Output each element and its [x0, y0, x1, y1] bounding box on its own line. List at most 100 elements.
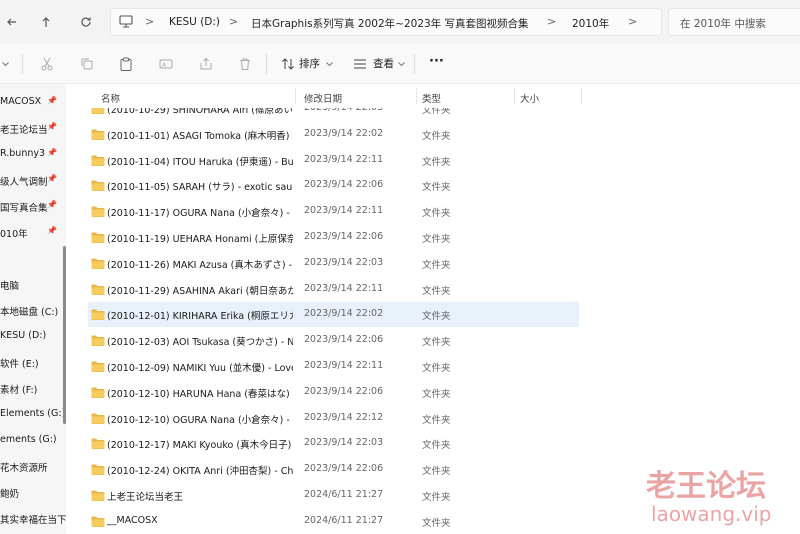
- chevron-down-icon[interactable]: [0, 55, 10, 73]
- file-row[interactable]: (2010-12-03) AOI Tsukasa (葵つかさ) - N 2023/…: [88, 328, 579, 353]
- file-name: (2010-12-09) NAMIKI Yuu (並木優) - Love: [107, 363, 293, 374]
- sidebar-item[interactable]: R.bunny3 📌: [0, 144, 66, 166]
- file-modified-date: 2023/9/14 22:11: [304, 205, 384, 216]
- breadcrumb-current-folder[interactable]: 2010年: [572, 16, 609, 31]
- sidebar-item[interactable]: 老王论坛当 📌: [0, 118, 66, 140]
- file-name: (2010-12-24) OKITA Anri (沖田杏梨) - Ch: [107, 466, 293, 477]
- command-toolbar: A 排序 查看 ···: [0, 44, 800, 84]
- folder-icon: [91, 438, 105, 449]
- file-name: (2010-11-05) SARAH (サラ) - exotic sauce: [107, 182, 293, 193]
- sidebar-item[interactable]: 国写真合集 📌: [0, 196, 66, 218]
- folder-icon: [91, 490, 105, 501]
- column-divider[interactable]: [581, 88, 582, 104]
- folder-icon: [91, 155, 105, 166]
- sort-icon[interactable]: [279, 55, 297, 73]
- view-icon[interactable]: [351, 55, 369, 73]
- sidebar-item[interactable]: MACOSX 📌: [0, 92, 66, 114]
- file-type: 文件夹: [422, 492, 451, 503]
- file-type: 文件夹: [422, 363, 451, 374]
- file-row[interactable]: (2010-12-17) MAKI Kyouko (真木今日子) 2023/9/1…: [88, 431, 579, 456]
- up-button[interactable]: [34, 10, 58, 34]
- column-header-name[interactable]: 名称: [101, 91, 120, 105]
- pin-icon: 📌: [47, 226, 57, 235]
- file-row[interactable]: (2010-11-04) ITOU Haruka (伊東遥) - Bu 2023/…: [88, 148, 579, 173]
- file-name: (2010-11-26) MAKI Azusa (真木あずさ) -: [107, 260, 293, 271]
- file-row[interactable]: (2010-12-24) OKITA Anri (沖田杏梨) - Ch 2023/…: [88, 457, 579, 482]
- address-bar[interactable]: > KESU (D:) > 日本Graphis系列写真 2002年~2023年 …: [110, 8, 662, 36]
- refresh-button[interactable]: [74, 10, 98, 34]
- toolbar-divider: [266, 54, 267, 74]
- folder-icon: [91, 361, 105, 372]
- sidebar-item[interactable]: 级人气调制 📌: [0, 170, 66, 192]
- sidebar-item[interactable]: 电脑: [0, 274, 66, 296]
- search-box[interactable]: 在 2010年 中搜索: [668, 8, 800, 36]
- sidebar-item[interactable]: ements (G:): [0, 430, 66, 452]
- file-row[interactable]: (2010-12-09) NAMIKI Yuu (並木優) - Love 2023…: [88, 354, 579, 379]
- file-row[interactable]: (2010-11-17) OGURA Nana (小倉奈々) - U 2023/9…: [88, 199, 579, 224]
- sidebar-item-label: 010年: [0, 229, 28, 240]
- sidebar-item[interactable]: Elements (G:): [0, 404, 66, 426]
- file-row[interactable]: (2010-12-01) KIRIHARA Erika (桐原エリカ 2023/9…: [88, 302, 579, 327]
- view-button-label[interactable]: 查看: [373, 56, 394, 71]
- copy-icon[interactable]: [78, 55, 96, 73]
- column-divider[interactable]: [514, 88, 515, 104]
- file-modified-date: 2023/9/14 22:03: [304, 437, 384, 448]
- file-row[interactable]: (2010-11-29) ASAHINA Akari (朝日奈あか 2023/9/…: [88, 277, 579, 302]
- column-header-type[interactable]: 类型: [422, 91, 441, 105]
- chevron-down-icon[interactable]: [398, 62, 405, 67]
- file-modified-date: 2023/9/14 22:06: [304, 334, 384, 345]
- sidebar-item-label: ements (G:): [0, 434, 57, 445]
- sort-button-label[interactable]: 排序: [299, 56, 320, 71]
- file-modified-date: 2023/9/14 22:06: [304, 231, 384, 242]
- file-type: 文件夹: [422, 415, 451, 426]
- file-name: (2010-11-29) ASAHINA Akari (朝日奈あか: [107, 286, 293, 297]
- file-row[interactable]: (2010-11-26) MAKI Azusa (真木あずさ) - 2023/9/…: [88, 251, 579, 276]
- file-type: 文件夹: [422, 440, 451, 451]
- folder-icon: [91, 387, 105, 398]
- file-row[interactable]: (2010-11-05) SARAH (サラ) - exotic sauce 20…: [88, 173, 579, 198]
- share-icon[interactable]: [197, 55, 215, 73]
- column-header-date[interactable]: 修改日期: [304, 91, 342, 105]
- file-type: 文件夹: [422, 208, 451, 219]
- back-button[interactable]: [0, 10, 24, 34]
- sidebar-item[interactable]: 其实幸福在当下: [0, 508, 66, 530]
- sidebar-item[interactable]: 010年 📌: [0, 222, 66, 244]
- delete-icon[interactable]: [236, 55, 254, 73]
- folder-icon: [91, 206, 105, 217]
- file-row[interactable]: (2010-11-19) UEHARA Honami (上原保奈 2023/9/1…: [88, 225, 579, 250]
- file-row[interactable]: 上老王论坛当老王 2024/6/11 21:27 文件夹: [88, 483, 579, 508]
- column-divider[interactable]: [416, 88, 417, 104]
- sidebar-item-label: MACOSX: [0, 96, 42, 107]
- file-row[interactable]: __MACOSX 2024/6/11 21:27 文件夹: [88, 509, 579, 534]
- file-row[interactable]: (2010-12-10) HARUNA Hana (春菜はな) - 2023/9/…: [88, 380, 579, 405]
- sidebar-item[interactable]: KESU (D:): [0, 326, 66, 348]
- sidebar-item-label: KESU (D:): [0, 330, 47, 341]
- breadcrumb-drive[interactable]: KESU (D:): [169, 16, 220, 28]
- sidebar-item-label: 鲍奶: [0, 489, 20, 500]
- column-header-size[interactable]: 大小: [520, 91, 539, 105]
- sidebar-item-label: 级人气调制: [0, 177, 48, 188]
- pin-icon: 📌: [47, 148, 57, 157]
- breadcrumb-separator: >: [229, 15, 239, 28]
- file-name: (2010-11-04) ITOU Haruka (伊東遥) - Bu: [107, 157, 293, 168]
- breadcrumb-collection[interactable]: 日本Graphis系列写真 2002年~2023年 写真套图视频合集: [251, 16, 529, 31]
- sidebar-item[interactable]: 软件 (E:): [0, 352, 66, 374]
- more-options-button[interactable]: ···: [429, 54, 444, 69]
- file-modified-date: 2024/6/11 21:27: [304, 489, 384, 500]
- rename-icon[interactable]: A: [157, 55, 175, 73]
- paste-icon[interactable]: [117, 55, 135, 73]
- cut-icon[interactable]: [38, 55, 56, 73]
- file-type: 文件夹: [422, 234, 451, 245]
- sidebar-item[interactable]: 素材 (F:): [0, 378, 66, 400]
- folder-icon: [91, 284, 105, 295]
- column-divider[interactable]: [295, 88, 296, 104]
- file-modified-date: 2023/9/14 22:06: [304, 463, 384, 474]
- file-row[interactable]: (2010-11-01) ASAGI Tomoka (麻木明香) - 2023/9…: [88, 122, 579, 147]
- sidebar-item[interactable]: 本地磁盘 (C:): [0, 300, 66, 322]
- chevron-down-icon[interactable]: [326, 62, 333, 67]
- file-row[interactable]: (2010-12-10) OGURA Nana (小倉奈々) - G 2023/9…: [88, 406, 579, 431]
- file-type: 文件夹: [422, 131, 451, 142]
- sidebar-item[interactable]: 鲍奶: [0, 482, 66, 504]
- refresh-icon: [81, 17, 91, 27]
- sidebar-item[interactable]: 花木资源所: [0, 456, 66, 478]
